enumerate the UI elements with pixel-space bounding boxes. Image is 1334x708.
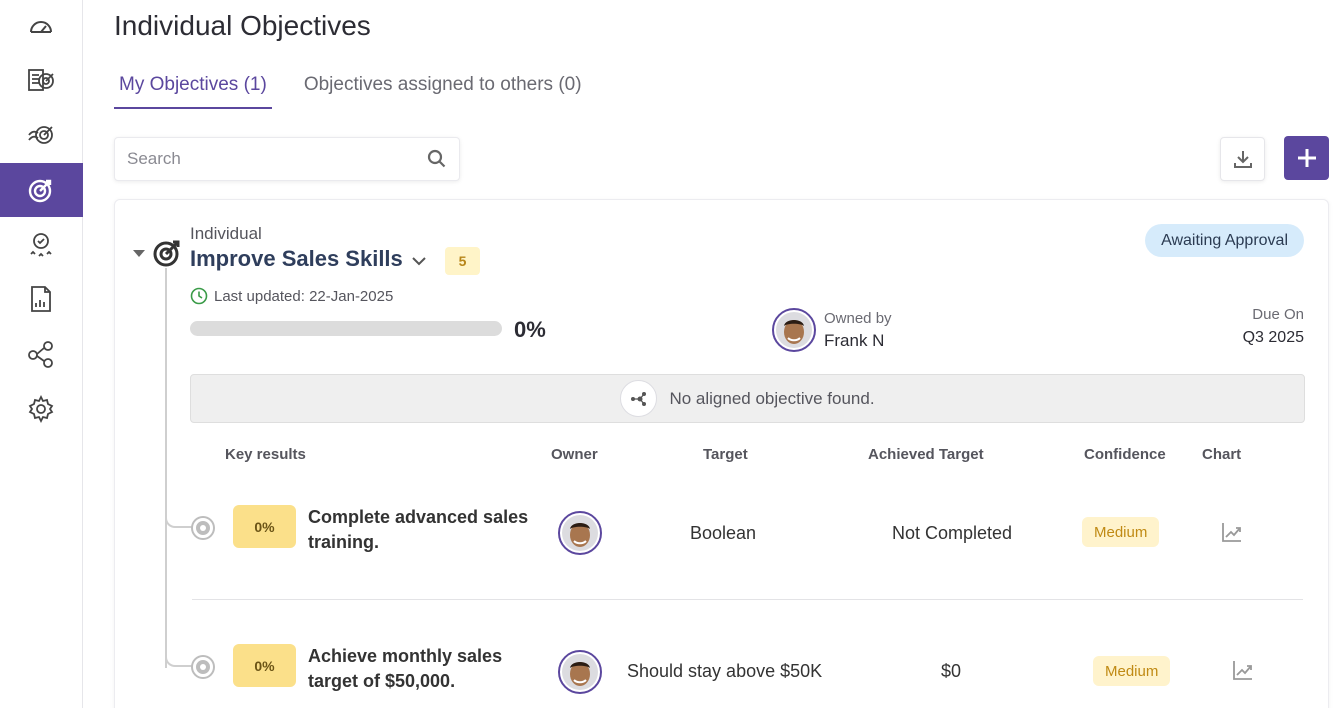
key-result-progress[interactable]: 0% — [233, 505, 296, 548]
chevron-down-icon[interactable] — [409, 251, 429, 271]
key-result-progress[interactable]: 0% — [233, 644, 296, 687]
due-on-label: Due On — [1252, 306, 1304, 323]
column-header-key-results: Key results — [225, 446, 306, 463]
key-result-owner-avatar[interactable] — [558, 650, 602, 694]
sidebar-item-dashboard[interactable] — [0, 0, 90, 54]
clock-icon — [190, 287, 208, 305]
sidebar — [0, 0, 90, 708]
report-icon — [31, 286, 51, 312]
download-button[interactable] — [1220, 137, 1265, 181]
sidebar-item-objectives[interactable] — [0, 163, 90, 217]
collapse-caret-icon[interactable] — [133, 250, 145, 257]
key-result-target: Boolean — [690, 523, 757, 543]
main-content: Individual Objectives My Objectives (1) … — [83, 0, 1334, 708]
confidence-badge[interactable]: Medium — [1082, 517, 1160, 547]
alignment-icon[interactable] — [620, 380, 658, 417]
key-result-achieved: Not Completed — [892, 523, 1013, 543]
key-result-title[interactable]: Complete advanced sales training. — [308, 505, 548, 555]
tree-branch — [165, 516, 195, 528]
tab-my-objectives[interactable]: My Objectives (1) — [114, 66, 272, 109]
progress-percent: 0% — [514, 317, 546, 342]
sidebar-item-team-objectives[interactable] — [0, 108, 90, 162]
dashboard-icon — [30, 21, 52, 33]
progress-bar — [190, 321, 502, 336]
objective-title[interactable]: Improve Sales Skills — [190, 246, 403, 272]
column-header-target: Target — [703, 446, 748, 463]
add-objective-button[interactable] — [1284, 136, 1329, 180]
aligned-objective-box: No aligned objective found. — [190, 374, 1305, 423]
sidebar-item-reports[interactable] — [0, 272, 90, 326]
column-header-achieved-target: Achieved Target — [868, 446, 984, 463]
search-box — [114, 137, 460, 181]
status-badge: Awaiting Approval — [1145, 224, 1304, 257]
key-result-status-dot — [193, 657, 213, 677]
trend-chart-icon[interactable] — [1220, 520, 1244, 544]
target-icon — [28, 179, 52, 203]
column-header-chart: Chart — [1202, 446, 1242, 463]
trend-chart-icon[interactable] — [1231, 658, 1255, 682]
page-title: Individual Objectives — [114, 10, 371, 41]
key-result-achieved: $0 — [941, 661, 962, 681]
reviews-award-icon — [30, 233, 52, 257]
owner-avatar[interactable] — [772, 308, 816, 352]
sidebar-item-settings[interactable] — [0, 382, 90, 436]
key-result-count-badge: 5 — [445, 247, 480, 275]
tab-assigned-to-others[interactable]: Objectives assigned to others (0) — [299, 66, 587, 109]
tree-branch — [165, 655, 195, 667]
aligned-objective-text: No aligned objective found. — [669, 388, 875, 408]
target-icon — [153, 240, 180, 267]
team-objectives-icon — [28, 126, 53, 144]
key-result-status-dot — [193, 518, 213, 538]
due-on-value: Q3 2025 — [1242, 329, 1304, 346]
last-updated-text: Last updated: 22-Jan-2025 — [214, 287, 394, 305]
sidebar-item-reviews[interactable] — [0, 218, 90, 272]
sidebar-item-alignment[interactable] — [0, 327, 90, 381]
confidence-badge[interactable]: Medium — [1093, 656, 1171, 686]
objectives-list-icon — [28, 69, 54, 91]
row-divider — [192, 599, 1303, 600]
column-header-owner: Owner — [551, 446, 598, 463]
download-icon — [1233, 151, 1252, 168]
objective-card: Individual Improve Sales Skills 5 Awaiti… — [114, 199, 1329, 708]
owner-name: Frank N — [824, 331, 885, 350]
alignment-tree-icon — [28, 341, 53, 368]
key-result-target: Should stay above $50K — [627, 661, 823, 681]
search-icon[interactable] — [427, 149, 447, 169]
objective-type: Individual — [190, 224, 262, 243]
tree-connector — [165, 268, 167, 668]
sidebar-item-objectives-list[interactable] — [0, 53, 90, 107]
settings-icon — [28, 394, 54, 424]
tab-bar: My Objectives (1) Objectives assigned to… — [114, 66, 614, 109]
search-input[interactable] — [127, 149, 427, 169]
key-result-title[interactable]: Achieve monthly sales target of $50,000. — [308, 644, 548, 694]
last-updated: Last updated: 22-Jan-2025 — [190, 287, 393, 305]
owned-by-label: Owned by — [824, 310, 892, 327]
column-header-confidence: Confidence — [1084, 446, 1166, 463]
key-result-owner-avatar[interactable] — [558, 511, 602, 555]
plus-icon — [1297, 149, 1316, 167]
